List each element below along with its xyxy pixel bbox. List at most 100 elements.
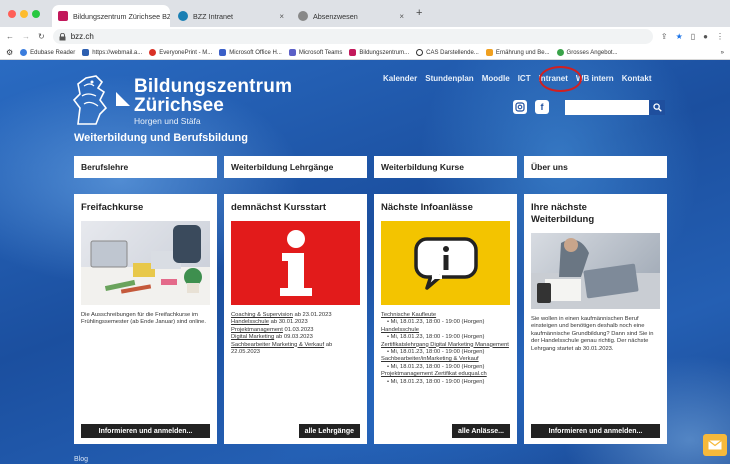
search-button[interactable] xyxy=(649,100,665,115)
more-bookmarks-icon[interactable]: » xyxy=(721,50,724,56)
event-date: • Mi, 18.01.23, 18:00 - 19:00 (Horgen) xyxy=(387,319,485,326)
kursstart-list: Coaching & Supervision ab 23.01.2023 Han… xyxy=(231,312,360,356)
category-wb-kurse[interactable]: Weiterbildung Kurse xyxy=(374,156,517,178)
new-tab-button[interactable]: + xyxy=(416,7,422,19)
facebook-icon[interactable]: f xyxy=(535,100,549,114)
tab-title: Bildungszentrum Zürichsee BZ xyxy=(73,11,170,21)
menu-dots-icon[interactable]: ⋮ xyxy=(716,32,724,41)
forward-arrow-icon[interactable]: → xyxy=(22,32,30,41)
card-naechste-weiterbildung: Ihre nächste Weiterbildung Sie wollen in… xyxy=(524,194,667,444)
share-icon[interactable]: ⇪ xyxy=(661,32,668,41)
course-link-handelsschule[interactable]: Handelsschule xyxy=(231,319,269,325)
search-icon xyxy=(652,103,662,112)
info-i-icon xyxy=(279,230,312,296)
course-date: ab 09.03.2023 xyxy=(274,334,313,341)
card-kursstart: demnächst Kursstart Coaching & Supervisi… xyxy=(224,194,367,444)
close-tab-icon[interactable]: × xyxy=(279,12,284,21)
side-panel-icon[interactable]: ▯ xyxy=(691,32,695,41)
card-text: Die Ausschreibungen für die Freifachkurs… xyxy=(81,312,207,326)
address-bar[interactable]: bzz.ch xyxy=(52,29,653,44)
event-date: • Mi, 18.01.23, 18:00 - 19:00 (Horgen) xyxy=(387,363,485,370)
back-arrow-icon[interactable]: ← xyxy=(6,32,14,41)
event-date: • Mi, 18.01.23, 18:00 - 19:00 (Horgen) xyxy=(387,334,485,341)
nav-kalender[interactable]: Kalender xyxy=(383,74,417,83)
lock-icon xyxy=(59,32,66,40)
bookmark-star-icon[interactable]: ★ xyxy=(676,32,683,41)
event-link-technische-kaufleute[interactable]: Technische Kaufleute xyxy=(381,312,510,319)
info-icon-image xyxy=(231,221,360,305)
card-title: Ihre nächste Weiterbildung xyxy=(531,202,595,225)
maximize-window-dot[interactable] xyxy=(32,10,40,18)
brand-name-line2[interactable]: Zürichsee xyxy=(134,95,224,117)
card-title: Freifachkurse xyxy=(81,202,144,213)
site-tagline: Weiterbildung und Berufsbildung xyxy=(74,132,248,144)
card-title: demnächst Kursstart xyxy=(231,202,327,213)
card-infoanlaesse: Nächste Infoanlässe Technische Kaufleute… xyxy=(374,194,517,444)
informieren-anmelden-button[interactable]: Informieren und anmelden... xyxy=(81,424,210,438)
course-link-coaching[interactable]: Coaching & Supervision xyxy=(231,312,293,318)
nav-ict[interactable]: ICT xyxy=(518,74,531,83)
intranet-highlight-circle xyxy=(539,66,582,92)
browser-tab-intranet[interactable]: BZZ Intranet × xyxy=(172,5,290,27)
search-input[interactable] xyxy=(565,100,649,115)
instagram-icon[interactable] xyxy=(513,100,527,114)
event-link-handelsschule[interactable]: Handelsschule xyxy=(381,327,510,334)
infoanlaesse-list: Technische Kaufleute • Mi, 18.01.23, 18:… xyxy=(381,312,510,386)
category-berufslehre[interactable]: Berufslehre xyxy=(74,156,217,178)
bzz-favicon-icon xyxy=(58,11,68,21)
bookmark-item[interactable]: Edubase Reader xyxy=(20,49,75,56)
browser-tab-bzz[interactable]: Bildungszentrum Zürichsee BZ × xyxy=(52,5,170,27)
bookmark-item[interactable]: Microsoft Teams xyxy=(288,49,342,56)
event-link-sachbearbeiter[interactable]: Sachbearbeiter/inMarketing & Verkauf xyxy=(381,356,510,363)
course-date: 01.03.2023 xyxy=(282,326,314,333)
lion-logo-icon[interactable] xyxy=(70,72,114,128)
url-text: bzz.ch xyxy=(70,32,94,41)
bookmark-item[interactable]: Ernährung und Be... xyxy=(485,49,550,56)
nav-stundenplan[interactable]: Stundenplan xyxy=(425,74,473,83)
informieren-anmelden-button[interactable]: Informieren und anmelden... xyxy=(531,424,660,438)
event-date: • Mi, 18.01.23, 18:00 - 19:00 (Horgen) xyxy=(387,349,485,356)
card-title: Nächste Infoanlässe xyxy=(381,202,473,213)
intranet-favicon-icon xyxy=(178,11,188,21)
event-link-digital-marketing[interactable]: Zertifikatslehrgang Digital Marketing Ma… xyxy=(381,342,510,349)
event-link-projektmanagement[interactable]: Projektmanagement Zertifikat eduqual.ch xyxy=(381,371,510,378)
minimize-window-dot[interactable] xyxy=(20,10,28,18)
brand-subtitle: Horgen und Stäfa xyxy=(134,116,201,126)
alle-lehrgaenge-button[interactable]: alle Lehrgänge xyxy=(298,424,360,438)
course-date: ab 30.01.2023 xyxy=(269,319,308,326)
bookmark-item[interactable]: Microsoft Office H... xyxy=(219,49,282,56)
bookmarks-bar: ⚙ Edubase Reader https://webmail.a... Ev… xyxy=(0,46,730,60)
students-desk-photo xyxy=(81,221,210,305)
nav-kontakt[interactable]: Kontakt xyxy=(622,74,652,83)
alle-anlaesse-button[interactable]: alle Anlässe... xyxy=(451,424,510,438)
tab-title: BZZ Intranet xyxy=(193,11,233,21)
main-navigation: Kalender Stundenplan Moodle ICT Intranet… xyxy=(383,74,651,83)
reload-icon[interactable]: ↻ xyxy=(38,32,45,41)
speech-bubble-info-icon xyxy=(413,237,478,290)
bookmark-item[interactable]: https://webmail.a... xyxy=(82,49,142,56)
bookmark-item[interactable]: EveryonePrint - M... xyxy=(149,49,212,56)
close-tab-icon[interactable]: × xyxy=(399,12,404,21)
course-link-sachbearbeiter[interactable]: Sachbearbeiter Marketing & Verkauf xyxy=(231,342,324,348)
profile-icon[interactable]: ● xyxy=(703,32,708,41)
category-ueber-uns[interactable]: Über uns xyxy=(524,156,667,178)
nav-moodle[interactable]: Moodle xyxy=(482,74,510,83)
bookmark-item[interactable]: Bildungszentrum... xyxy=(349,49,409,56)
tab-title: Absenzwesen xyxy=(313,11,358,21)
card-text: Sie wollen in einen kaufmännischen Beruf… xyxy=(531,316,654,352)
laptop-writing-photo xyxy=(531,233,660,309)
browser-tab-absenzwesen[interactable]: Absenzwesen × xyxy=(292,5,410,27)
category-wb-lehrgaenge[interactable]: Weiterbildung Lehrgänge xyxy=(224,156,367,178)
browser-toolbar: ← → ↻ bzz.ch ⇪ ★ ▯ ● ⋮ xyxy=(0,27,730,46)
logo-arrow-icon xyxy=(116,92,130,106)
footer-blog-link[interactable]: Blog xyxy=(74,456,88,463)
browser-tabstrip: Bildungszentrum Zürichsee BZ × BZZ Intra… xyxy=(0,0,730,27)
course-link-projektmanagement[interactable]: Projektmanagement xyxy=(231,327,283,333)
mail-contact-button[interactable] xyxy=(703,434,727,456)
bookmark-item[interactable]: CAS Darstellende... xyxy=(416,49,479,56)
close-window-dot[interactable] xyxy=(8,10,16,18)
course-link-digital-marketing[interactable]: Digital Marketing xyxy=(231,334,274,340)
bookmark-item[interactable]: Grosses Angebot... xyxy=(556,49,618,56)
settings-gear-icon[interactable]: ⚙ xyxy=(6,48,13,57)
envelope-icon xyxy=(708,440,722,450)
